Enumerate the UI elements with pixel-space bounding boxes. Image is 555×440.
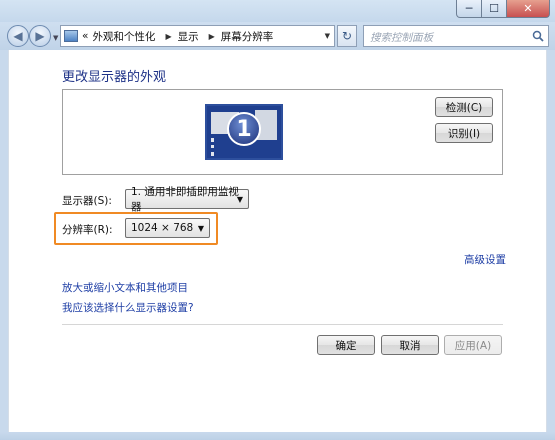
text-size-link[interactable]: 放大或缩小文本和其他项目 [62,280,188,295]
monitor-desktop-icons [211,138,219,156]
divider [62,324,503,325]
cancel-button[interactable]: 取消 [381,335,439,355]
search-icon[interactable] [532,30,544,42]
search-input[interactable]: 搜索控制面板 [363,25,549,47]
minimize-button[interactable]: ─ [456,0,482,18]
apply-button[interactable]: 应用(A) [444,335,502,355]
title-bar: ─ ☐ ✕ [0,0,555,22]
window-controls: ─ ☐ ✕ [456,0,550,18]
chevron-down-icon: ▼ [236,195,243,204]
resolution-select[interactable]: 1024 × 768 ▼ [125,218,210,238]
display-settings-help-link[interactable]: 我应该选择什么显示器设置? [62,300,194,315]
back-button[interactable]: ◀ [7,25,29,47]
monitor-1-icon[interactable]: 1 [205,104,283,160]
search-placeholder: 搜索控制面板 [370,32,433,44]
navigation-bar: ◀ ▶ ▼ « 外观和个性化 ▶ 显示 ▶ 屏幕分辨率 ▼ ↻ 搜索控制面板 [0,22,555,50]
breadcrumb-resolution[interactable]: 屏幕分辨率 [221,29,274,44]
page-title: 更改显示器的外观 [62,70,167,85]
detect-button[interactable]: 检测(C) [435,97,493,117]
display-select-value: 1. 通用非即插即用监视器 [131,186,239,213]
display-label: 显示器(S): [62,195,112,207]
recent-pages-dropdown[interactable]: ▼ [53,34,58,42]
address-dropdown-icon[interactable]: ▼ [325,32,330,40]
window-frame-bottom [0,432,555,440]
close-button[interactable]: ✕ [507,0,550,18]
resolution-label: 分辨率(R): [62,224,113,236]
display-select[interactable]: 1. 通用非即插即用监视器 ▼ [125,186,249,213]
window-frame-right [547,50,555,432]
breadcrumb-display[interactable]: 显示 [178,29,199,44]
resolution-select-value: 1024 × 768 [131,222,194,234]
breadcrumb-separator-icon[interactable]: ▶ [209,32,215,41]
breadcrumb-separator-icon[interactable]: ▶ [165,32,171,41]
address-bar[interactable]: « 外观和个性化 ▶ 显示 ▶ 屏幕分辨率 ▼ [60,25,335,47]
breadcrumb-prefix[interactable]: « [82,30,88,42]
advanced-settings-link[interactable]: 高级设置 [464,252,506,267]
maximize-button[interactable]: ☐ [482,0,507,18]
forward-button[interactable]: ▶ [29,25,51,47]
identify-button[interactable]: 识别(I) [435,123,493,143]
ok-button[interactable]: 确定 [317,335,375,355]
control-panel-icon [64,30,78,42]
refresh-button[interactable]: ↻ [337,25,357,47]
chevron-down-icon: ▼ [197,224,204,233]
monitor-number-badge: 1 [227,112,261,146]
window-frame-left [0,50,8,432]
breadcrumb-appearance[interactable]: 外观和个性化 [92,29,155,44]
